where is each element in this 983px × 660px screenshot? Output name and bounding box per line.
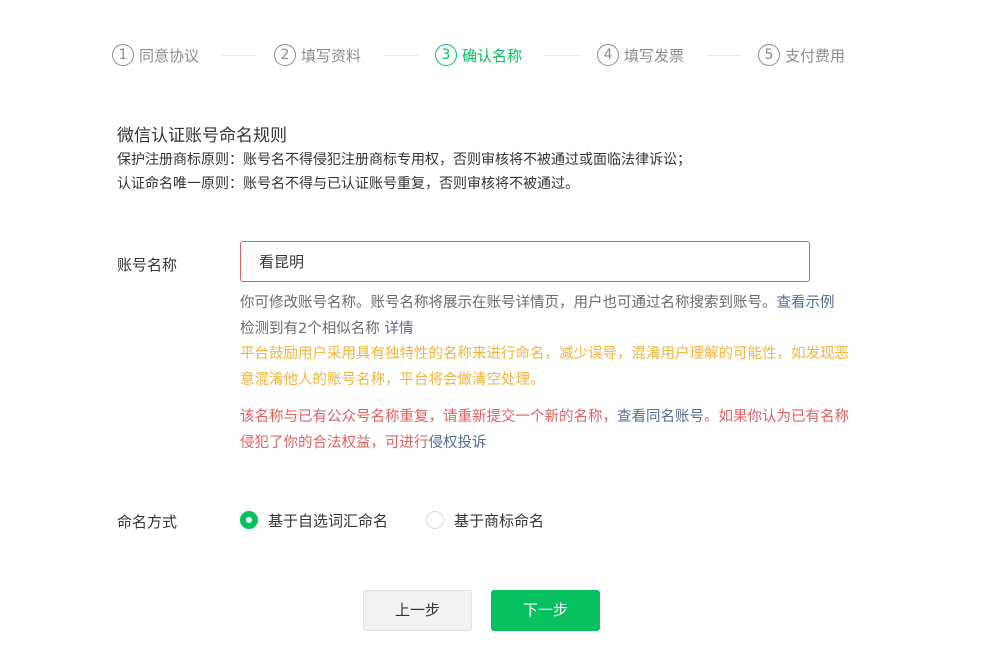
hint-modify-text: 你可修改账号名称。账号名称将展示在账号详情页，用户也可通过名称搜索到账号。 — [240, 295, 777, 311]
radio-checked-icon[interactable] — [240, 511, 258, 529]
radio-unchecked-icon[interactable] — [426, 511, 445, 529]
step-3: 3 确认名称 — [435, 42, 522, 68]
hint-warning: 平台鼓励用户采用具有独特性的名称来进行命名，减少误导，混淆用户理解的可能性，如发… — [240, 346, 849, 388]
step-divider — [707, 55, 741, 56]
view-same-name-link[interactable]: 查看同名账号 — [617, 409, 704, 425]
hint-similar-text: 检测到有2个相似名称 — [240, 320, 385, 337]
step-number: 4 — [597, 44, 619, 66]
naming-method-options: 基于自选词汇命名 基于商标命名 — [240, 509, 582, 531]
account-name-input[interactable] — [240, 241, 810, 282]
step-1: 1 同意协议 — [112, 42, 199, 68]
step-label: 填写发票 — [624, 46, 685, 65]
step-divider — [384, 55, 418, 56]
step-2: 2 填写资料 — [274, 42, 361, 68]
step-number: 1 — [112, 44, 134, 66]
step-number: 3 — [435, 44, 457, 66]
step-divider — [222, 55, 256, 56]
step-label: 支付费用 — [785, 46, 846, 65]
radio-label[interactable]: 基于自选词汇命名 — [268, 510, 388, 531]
rule-trademark: 保护注册商标原则：账号名不得侵犯注册商标专用权，否则审核将不被通过或面临法律诉讼… — [117, 152, 691, 168]
name-hints: 你可修改账号名称。账号名称将展示在账号详情页，用户也可通过名称搜索到账号。查看示… — [240, 291, 852, 456]
step-label: 填写资料 — [301, 46, 362, 65]
naming-rules: 微信认证账号命名规则 保护注册商标原则：账号名不得侵犯注册商标专用权，否则审核将… — [117, 124, 691, 196]
infringement-complaint-link[interactable]: 侵权投诉 — [429, 435, 487, 451]
hint-similar: 检测到有2个相似名称 详情 — [240, 317, 852, 343]
step-4: 4 填写发票 — [597, 42, 684, 68]
radio-trademark[interactable]: 基于商标命名 — [426, 510, 544, 531]
account-name-label: 账号名称 — [117, 256, 178, 274]
duplicate-name-error: 该名称与已有公众号名称重复，请重新提交一个新的名称，查看同名账号。如果你认为已有… — [240, 405, 852, 456]
step-divider — [545, 55, 579, 56]
step-label: 同意协议 — [139, 46, 200, 65]
similar-details-link[interactable]: 详情 — [384, 321, 413, 337]
prev-step-button[interactable]: 上一步 — [363, 590, 472, 631]
step-number: 5 — [758, 44, 780, 66]
step-label: 确认名称 — [462, 46, 523, 65]
error-text: 该名称与已有公众号名称重复，请重新提交一个新的名称， — [240, 409, 617, 425]
rule-unique: 认证命名唯一原则：账号名不得与已认证账号重复，否则审核将不被通过。 — [117, 176, 579, 192]
next-step-button[interactable]: 下一步 — [491, 590, 600, 631]
rules-title: 微信认证账号命名规则 — [117, 126, 287, 146]
view-example-link[interactable]: 查看示例 — [777, 295, 835, 311]
hint-modify: 你可修改账号名称。账号名称将展示在账号详情页，用户也可通过名称搜索到账号。查看示… — [240, 291, 852, 317]
radio-label[interactable]: 基于商标命名 — [454, 510, 544, 531]
radio-custom-words[interactable]: 基于自选词汇命名 — [240, 510, 388, 531]
naming-method-label: 命名方式 — [117, 513, 178, 531]
step-5: 5 支付费用 — [758, 42, 845, 68]
step-progress: 1 同意协议 2 填写资料 3 确认名称 4 填写发票 5 支付费用 — [112, 42, 872, 68]
step-number: 2 — [274, 44, 296, 66]
